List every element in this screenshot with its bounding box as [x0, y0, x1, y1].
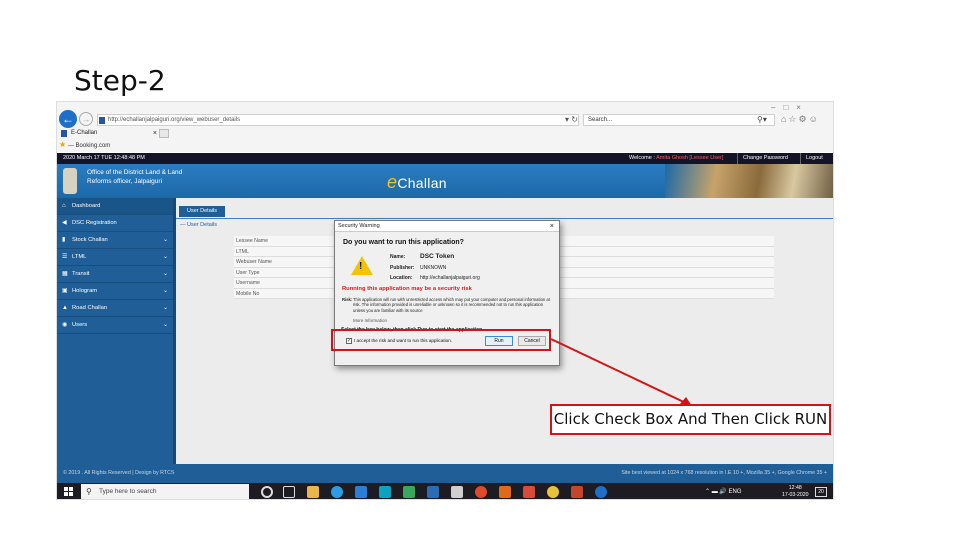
- instruction-callout: Click Check Box And Then Click RUN: [550, 404, 831, 435]
- slide: Step-2 ← → http://echallanjalpaiguri.org…: [0, 0, 960, 540]
- callout-arrow: [550, 338, 692, 406]
